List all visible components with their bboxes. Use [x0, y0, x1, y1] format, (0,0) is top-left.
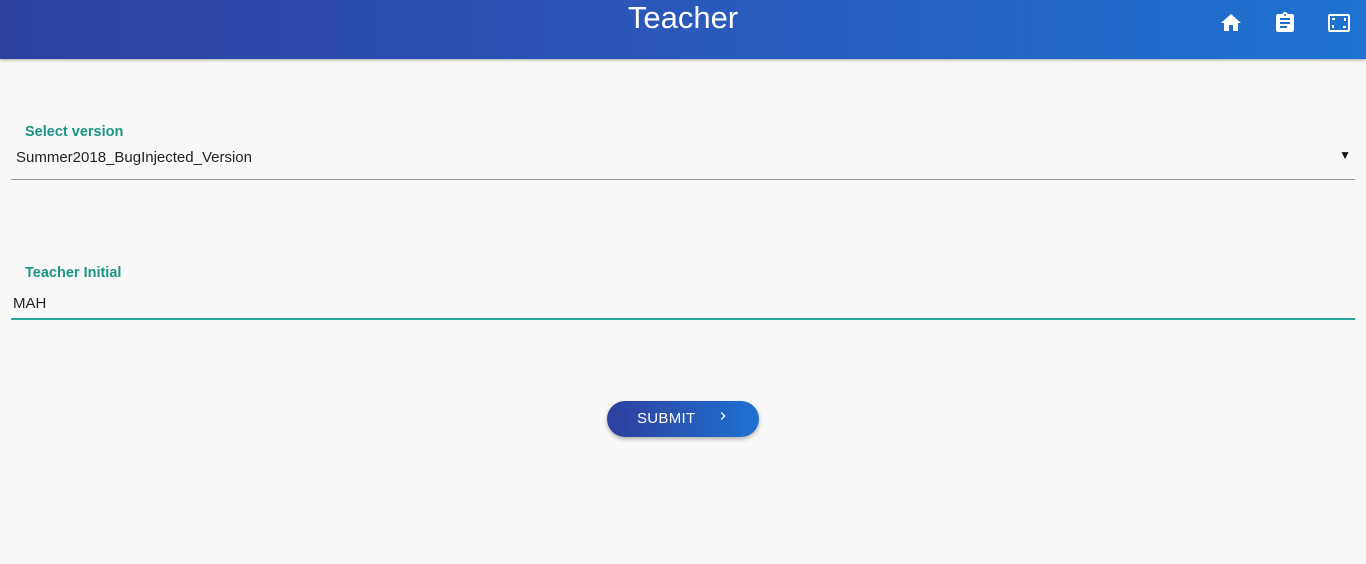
teacher-initial-label: Teacher Initial	[25, 265, 122, 281]
teacher-initial-input[interactable]	[11, 288, 1355, 320]
fullscreen-icon[interactable]	[1327, 11, 1351, 35]
version-field: Select version Summer2018_BugInjected_Ve…	[11, 120, 1355, 180]
chevron-right-icon	[715, 408, 731, 424]
home-icon[interactable]	[1219, 11, 1243, 35]
dropdown-arrow-icon: ▼	[1339, 148, 1351, 162]
version-selected-value: Summer2018_BugInjected_Version	[16, 149, 252, 166]
page-title: Teacher	[627, 0, 739, 35]
version-select[interactable]: Summer2018_BugInjected_Version ▼	[11, 147, 1355, 180]
teacher-initial-field: Teacher Initial	[11, 261, 1355, 323]
submit-button[interactable]: SUBMIT	[607, 401, 759, 437]
version-label: Select version	[25, 124, 124, 140]
submit-label: SUBMIT	[637, 410, 696, 427]
app-header: Teacher	[0, 0, 1366, 59]
clipboard-icon[interactable]	[1273, 11, 1297, 35]
